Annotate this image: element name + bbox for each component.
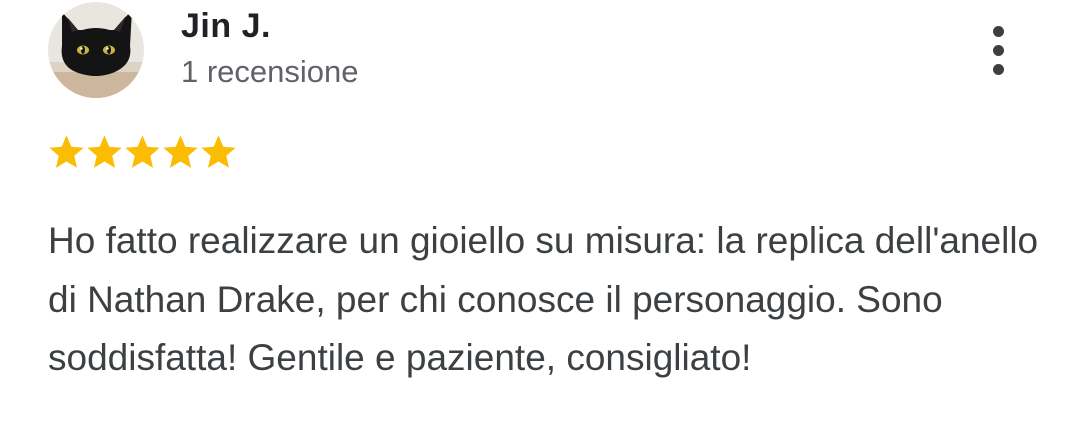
review-card: Jin J. 1 recensione Ho fatto realizzare … <box>0 0 1080 448</box>
star-icon <box>122 132 163 173</box>
more-vert-icon-dot <box>992 63 1004 75</box>
star-icon <box>160 132 201 173</box>
more-vert-icon-dot <box>992 44 1004 56</box>
review-text: Ho fatto realizzare un gioiello su misur… <box>48 220 1039 378</box>
star-rating <box>46 130 236 174</box>
more-vert-icon <box>992 25 1004 37</box>
avatar[interactable] <box>48 2 144 98</box>
more-options-button[interactable] <box>976 18 1020 82</box>
star-icon <box>198 132 239 173</box>
black-cat-avatar-image <box>48 2 144 98</box>
star-icon <box>46 132 87 173</box>
author-review-count: 1 recensione <box>181 54 359 89</box>
star-icon <box>84 132 125 173</box>
author-name[interactable]: Jin J. <box>181 4 271 48</box>
